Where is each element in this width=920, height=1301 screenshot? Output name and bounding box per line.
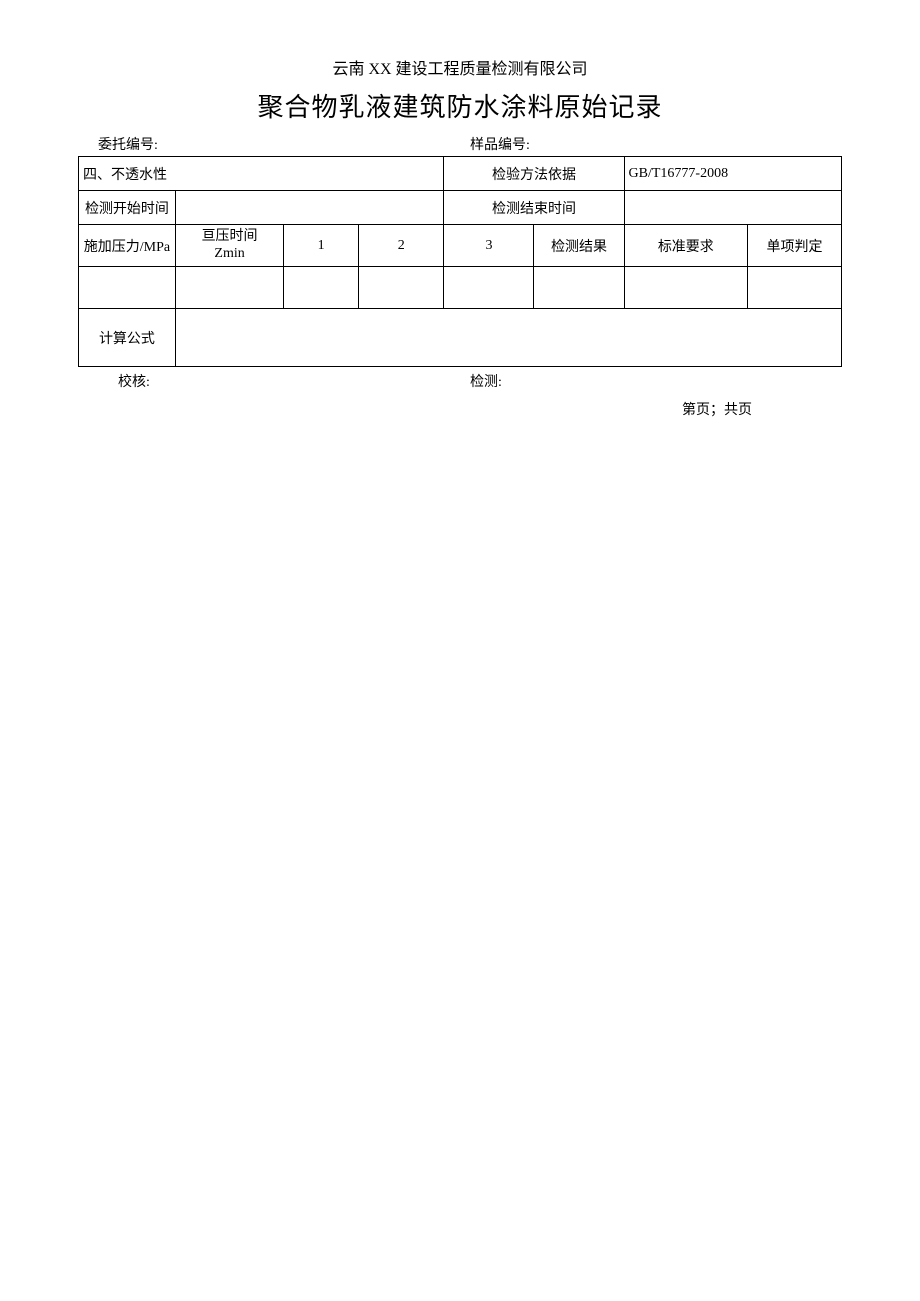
meta-row: 委托编号: 样品编号: xyxy=(78,134,842,154)
method-basis-value-cell: GB/T16777-2008 xyxy=(624,157,841,191)
sample-number-label: 样品编号: xyxy=(450,134,822,154)
data-cell xyxy=(79,267,176,309)
entrust-number-label: 委托编号: xyxy=(98,134,450,154)
start-time-value-cell xyxy=(175,191,444,225)
formula-value-cell xyxy=(175,309,841,367)
data-cell xyxy=(624,267,748,309)
data-cell xyxy=(748,267,842,309)
checker-label: 校核: xyxy=(118,371,450,391)
section-title-cell: 四、不透水性 xyxy=(79,157,444,191)
column-1-header: 1 xyxy=(284,225,359,267)
pressure-label-cell: 施加压力/MPa xyxy=(79,225,176,267)
result-label-cell: 检测结果 xyxy=(534,225,624,267)
end-time-label-cell: 检测结束时间 xyxy=(444,191,624,225)
company-name: 云南 XX 建设工程质量检测有限公司 xyxy=(78,55,842,79)
tester-label: 检测: xyxy=(450,371,802,391)
footer-row: 校核: 检测: xyxy=(78,367,842,391)
data-cell xyxy=(175,267,283,309)
data-cell xyxy=(359,267,444,309)
column-3-header: 3 xyxy=(444,225,534,267)
end-time-value-cell xyxy=(624,191,841,225)
record-table: 四、不透水性 检验方法依据 GB/T16777-2008 检测开始时间 检测结束… xyxy=(78,156,842,367)
hold-time-label-line1: 亘压时间 xyxy=(202,229,258,244)
hold-time-label-line2: Zmin xyxy=(214,246,244,261)
formula-label-cell: 计算公式 xyxy=(79,309,176,367)
standard-req-label-cell: 标准要求 xyxy=(624,225,748,267)
column-2-header: 2 xyxy=(359,225,444,267)
hold-time-label-cell: 亘压时间 Zmin xyxy=(175,225,283,267)
start-time-label-cell: 检测开始时间 xyxy=(79,191,176,225)
data-cell xyxy=(444,267,534,309)
single-judge-label-cell: 单项判定 xyxy=(748,225,842,267)
page-number-label: 第页；共页 xyxy=(78,399,842,419)
document-title: 聚合物乳液建筑防水涂料原始记录 xyxy=(78,87,842,124)
method-basis-label-cell: 检验方法依据 xyxy=(444,157,624,191)
data-cell xyxy=(534,267,624,309)
data-cell xyxy=(284,267,359,309)
